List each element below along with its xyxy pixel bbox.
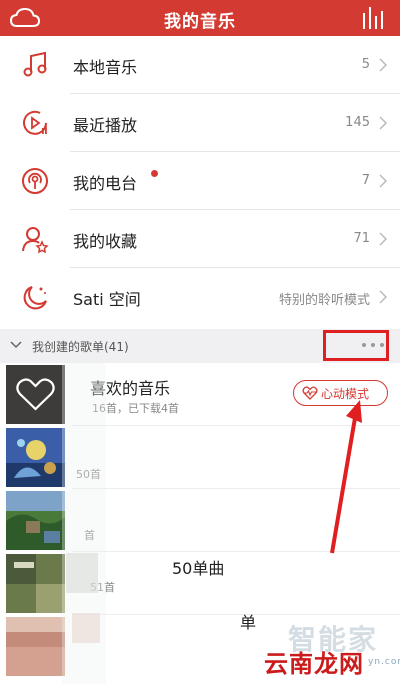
chevron-down-icon[interactable] <box>10 340 22 350</box>
app-header: 我的音乐 <box>0 0 400 36</box>
playlist-cover <box>6 491 65 550</box>
chevron-right-icon <box>379 290 388 304</box>
menu-item-label: Sati 空间 <box>73 290 141 309</box>
menu-item-recent-play[interactable]: 最近播放 145 <box>0 94 400 152</box>
menu-item-count: 5 <box>361 57 370 72</box>
heart-icon <box>16 378 55 411</box>
chevron-right-icon <box>379 174 388 188</box>
heartbeat-mode-label: 心动模式 <box>321 387 370 401</box>
menu-item-count: 71 <box>353 231 370 246</box>
menu-item-label: 最近播放 <box>73 116 138 135</box>
menu-item-label: 本地音乐 <box>73 58 138 77</box>
more-options-icon[interactable] <box>360 341 386 349</box>
heartbeat-mode-button[interactable]: 心动模式 <box>293 380 388 406</box>
menu-item-my-radio[interactable]: 我的电台 7 <box>0 152 400 210</box>
new-badge-dot <box>151 170 158 177</box>
playlist-cover <box>6 428 65 487</box>
playlist-title: 喜欢的音乐 <box>90 379 171 398</box>
menu-item-label: 我的电台 <box>73 174 138 193</box>
playlist-item[interactable]: 50首 <box>0 426 400 489</box>
playlist-cover <box>6 617 65 676</box>
watermark-url: yn.com <box>368 657 400 667</box>
menu-item-count: 145 <box>345 115 370 130</box>
music-note-icon <box>23 51 47 77</box>
playlist-item-liked[interactable]: 喜欢的音乐 16首，已下载4首 心动模式 <box>0 363 400 426</box>
my-music-menu: 本地音乐 5 最近播放 145 我的电台 7 我的收藏 71 Sati 空间 特… <box>0 36 400 326</box>
created-playlists-header[interactable]: 我创建的歌单(41) <box>0 329 400 363</box>
playlist-subtitle: 50首 <box>76 468 101 481</box>
page-title: 我的音乐 <box>164 12 236 32</box>
sati-moon-icon <box>23 286 47 310</box>
collection-icon <box>22 227 49 254</box>
menu-item-my-collection[interactable]: 我的收藏 71 <box>0 210 400 268</box>
recent-play-icon <box>23 110 47 135</box>
playlist-title: 单 <box>240 613 257 632</box>
menu-item-label: 我的收藏 <box>73 232 138 251</box>
equalizer-bars-icon[interactable] <box>360 5 386 31</box>
playlist-item[interactable]: 50单曲 51首 <box>0 552 400 615</box>
playlist-title: 50单曲 <box>172 559 225 578</box>
radio-icon <box>22 168 48 194</box>
menu-item-sati-space[interactable]: Sati 空间 特别的聆听模式 <box>0 268 400 326</box>
chevron-right-icon <box>379 232 388 246</box>
playlist-cover <box>6 554 65 613</box>
watermark-bottom-text: 云南龙网 <box>264 650 364 678</box>
playlist-subtitle: 16首，已下载4首 <box>92 402 179 415</box>
section-title: 我创建的歌单(41) <box>32 340 129 354</box>
heartbeat-icon <box>302 386 318 400</box>
playlist-cover <box>6 365 65 424</box>
playlist-subtitle: 首 <box>84 529 95 542</box>
menu-item-count: 7 <box>361 173 370 188</box>
chevron-right-icon <box>379 116 388 130</box>
menu-item-count: 特别的聆听模式 <box>278 293 370 308</box>
playlist-subtitle: 51首 <box>90 581 115 594</box>
chevron-right-icon <box>379 58 388 72</box>
menu-item-local-music[interactable]: 本地音乐 5 <box>0 36 400 94</box>
playlist-item[interactable]: 首 <box>0 489 400 552</box>
watermark-bottom: 云南龙网 yn.com <box>264 644 400 679</box>
